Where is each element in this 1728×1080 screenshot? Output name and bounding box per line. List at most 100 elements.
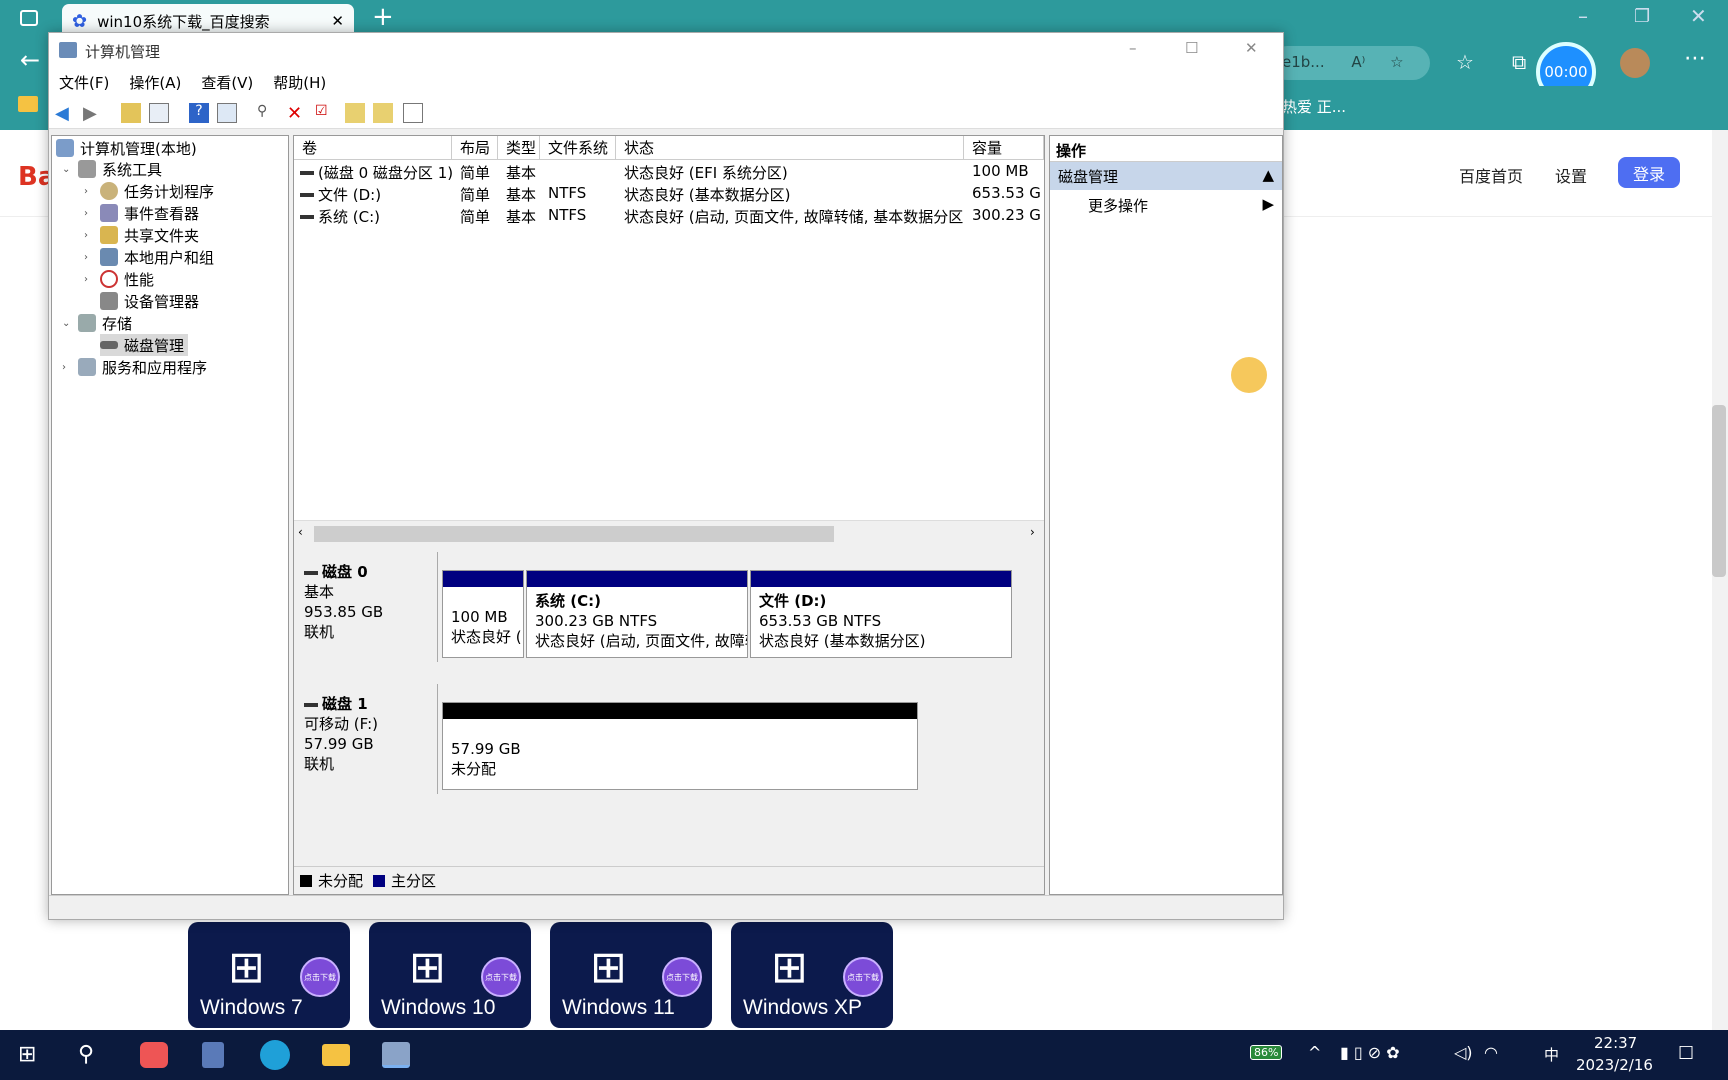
delete-icon[interactable]: ✕ xyxy=(287,103,307,124)
file-explorer-icon[interactable] xyxy=(322,1044,350,1066)
column-header-type[interactable]: 类型 xyxy=(498,136,540,160)
windows-xp-tile[interactable]: ⊞ 点击下载 Windows XP xyxy=(731,922,893,1028)
actions-section-disk-management[interactable]: 磁盘管理 ▲ xyxy=(1050,162,1282,190)
horizontal-scrollbar-thumb[interactable] xyxy=(314,526,834,542)
menu-help[interactable]: 帮助(H) xyxy=(263,72,336,93)
tray-apps-icon[interactable]: ▮ ▯ ⊘ ✿ xyxy=(1340,1043,1400,1062)
expand-icon[interactable]: › xyxy=(84,274,88,285)
baidu-home-link[interactable]: 百度首页 xyxy=(1459,163,1523,187)
page-scrollbar-thumb[interactable] xyxy=(1712,405,1726,577)
page-scrollbar[interactable] xyxy=(1712,130,1728,1030)
tab-actions-icon[interactable] xyxy=(20,10,38,26)
disk1-label[interactable]: 磁盘 1 可移动 (F:) 57.99 GB 联机 xyxy=(294,684,438,794)
close-tab-icon[interactable]: ✕ xyxy=(331,12,344,30)
partition-unallocated[interactable]: 57.99 GB 未分配 xyxy=(442,702,918,790)
export-icon[interactable] xyxy=(345,103,365,123)
avatar[interactable] xyxy=(1620,48,1650,78)
column-header-capacity[interactable]: 容量 xyxy=(964,136,1044,160)
column-header-volume[interactable]: 卷 xyxy=(294,136,452,160)
column-header-status[interactable]: 状态 xyxy=(616,136,964,160)
table-row[interactable]: 文件 (D:) 简单 基本 NTFS 状态良好 (基本数据分区) 653.53 … xyxy=(294,184,1044,206)
table-row[interactable]: (磁盘 0 磁盘分区 1) 简单 基本 状态良好 (EFI 系统分区) 100 … xyxy=(294,162,1044,184)
read-aloud-icon[interactable]: A⁾ xyxy=(1351,53,1365,71)
notification-icon[interactable]: ☐ xyxy=(1678,1043,1694,1064)
clock-date[interactable]: 2023/2/16 xyxy=(1576,1056,1653,1074)
list-icon[interactable] xyxy=(403,103,423,123)
close-button[interactable]: ✕ xyxy=(1245,39,1258,57)
battery-icon[interactable]: 86% xyxy=(1250,1045,1283,1060)
tree-storage[interactable]: 存储 xyxy=(78,312,132,334)
settings-link[interactable]: 设置 xyxy=(1555,163,1587,187)
up-folder-icon[interactable] xyxy=(121,103,141,123)
restore-browser-button[interactable]: ❐ xyxy=(1634,6,1650,27)
expand-icon[interactable]: › xyxy=(84,230,88,241)
search-icon[interactable]: ⚲ xyxy=(78,1042,94,1067)
minimize-browser-button[interactable]: – xyxy=(1578,4,1588,28)
menu-action[interactable]: 操作(A) xyxy=(119,72,191,93)
ime-indicator[interactable]: 中 xyxy=(1544,1044,1559,1065)
partition-d[interactable]: 文件 (D:) 653.53 GB NTFS 状态良好 (基本数据分区) xyxy=(750,570,1012,658)
edge-browser-icon[interactable] xyxy=(260,1040,290,1070)
tree-event-viewer[interactable]: 事件查看器 xyxy=(100,202,199,224)
tree-local-users[interactable]: 本地用户和组 xyxy=(100,246,214,268)
column-header-layout[interactable]: 布局 xyxy=(452,136,498,160)
back-arrow-icon[interactable]: ◀ xyxy=(55,103,75,124)
tree-performance[interactable]: 性能 xyxy=(100,268,154,290)
horizontal-scrollbar[interactable]: ‹ › xyxy=(294,520,1044,546)
more-actions-item[interactable]: 更多操作 ▶ xyxy=(1050,190,1282,218)
maximize-button[interactable]: ☐ xyxy=(1185,39,1198,57)
minimize-button[interactable]: – xyxy=(1129,39,1137,57)
menu-view[interactable]: 查看(V) xyxy=(191,72,263,93)
tree-system-tools[interactable]: 系统工具 xyxy=(78,158,162,180)
windows-10-tile[interactable]: ⊞ 点击下载 Windows 10 xyxy=(369,922,531,1028)
tree-services[interactable]: 服务和应用程序 xyxy=(78,356,207,378)
tree-task-scheduler[interactable]: 任务计划程序 xyxy=(100,180,214,202)
disk0-label[interactable]: 磁盘 0 基本 953.85 GB 联机 xyxy=(294,552,438,662)
favorites-icon[interactable]: ☆ xyxy=(1456,50,1474,74)
collapse-icon[interactable]: ⌄ xyxy=(62,318,70,329)
scroll-right-icon[interactable]: › xyxy=(1030,525,1035,539)
connect-icon[interactable]: ⚲ xyxy=(257,103,277,123)
expand-icon[interactable]: › xyxy=(84,208,88,219)
windows-11-tile[interactable]: ⊞ 点击下载 Windows 11 xyxy=(550,922,712,1028)
favorite-star-icon[interactable]: ☆ xyxy=(1390,53,1403,71)
window-titlebar[interactable]: 计算机管理 – ☐ ✕ xyxy=(49,33,1283,69)
tree-device-manager[interactable]: 设备管理器 xyxy=(100,290,199,312)
back-arrow-icon[interactable]: ← xyxy=(20,46,40,74)
start-icon[interactable]: ⊞ xyxy=(18,1042,36,1067)
help-icon[interactable]: ? xyxy=(189,103,209,123)
collections-icon[interactable]: ⧉ xyxy=(1512,50,1526,74)
expand-icon[interactable]: › xyxy=(62,362,66,373)
new-tab-button[interactable]: + xyxy=(372,2,394,32)
scroll-left-icon[interactable]: ‹ xyxy=(298,525,303,539)
partition-c[interactable]: 系统 (C:) 300.23 GB NTFS 状态良好 (启动, 页面文件, 故障转… xyxy=(526,570,748,658)
menu-file[interactable]: 文件(F) xyxy=(49,72,119,93)
tray-chevron-icon[interactable]: ^ xyxy=(1308,1043,1321,1062)
snipping-app-icon[interactable] xyxy=(140,1042,168,1068)
more-menu-icon[interactable]: ⋯ xyxy=(1684,46,1706,71)
partition-efi[interactable]: 100 MB 状态良好 ( xyxy=(442,570,524,658)
login-button[interactable]: 登录 xyxy=(1618,157,1680,188)
windows-7-tile[interactable]: ⊞ 点击下载 Windows 7 xyxy=(188,922,350,1028)
wifi-icon[interactable]: ◠ xyxy=(1484,1043,1498,1062)
computer-management-task-icon[interactable] xyxy=(382,1042,410,1068)
volume-icon[interactable]: ◁) xyxy=(1454,1043,1473,1062)
tree-shared-folders[interactable]: 共享文件夹 xyxy=(100,224,199,246)
clock-time[interactable]: 22:37 xyxy=(1594,1034,1637,1052)
show-tree-icon[interactable] xyxy=(149,103,169,123)
close-browser-button[interactable]: ✕ xyxy=(1690,4,1707,28)
favorites-item[interactable]: 热爱 正... xyxy=(1282,96,1346,117)
column-header-filesystem[interactable]: 文件系统 xyxy=(540,136,616,160)
address-bar[interactable]: e1b... A⁾ ☆ xyxy=(1270,46,1430,80)
expand-icon[interactable]: › xyxy=(84,252,88,263)
collapse-up-icon[interactable]: ▲ xyxy=(1262,166,1274,186)
forward-arrow-icon[interactable]: ▶ xyxy=(83,103,103,124)
search-icon[interactable] xyxy=(373,103,393,123)
collapse-icon[interactable]: ⌄ xyxy=(62,164,70,175)
table-row[interactable]: 系统 (C:) 简单 基本 NTFS 状态良好 (启动, 页面文件, 故障转储,… xyxy=(294,206,1044,228)
tree-disk-management[interactable]: 磁盘管理 xyxy=(100,334,189,356)
folder-icon[interactable] xyxy=(18,96,38,112)
view-icon[interactable] xyxy=(217,103,237,123)
tree-root[interactable]: 计算机管理(本地) xyxy=(56,137,197,159)
calculator-icon[interactable] xyxy=(202,1042,224,1068)
